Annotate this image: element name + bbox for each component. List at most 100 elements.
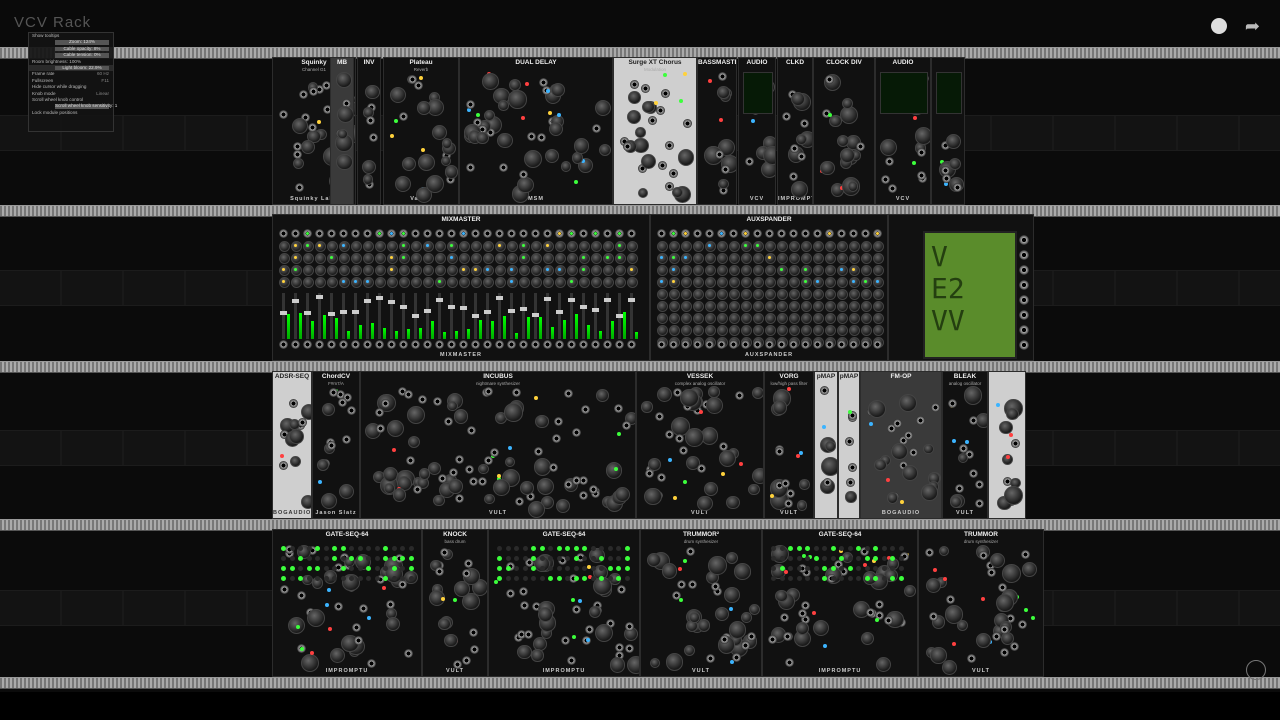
knob[interactable] bbox=[765, 325, 776, 336]
jack[interactable] bbox=[777, 229, 786, 238]
jack[interactable] bbox=[279, 460, 289, 470]
knob[interactable] bbox=[799, 479, 810, 490]
step-led[interactable] bbox=[497, 556, 502, 561]
jack[interactable] bbox=[992, 631, 1002, 641]
step-led[interactable] bbox=[383, 546, 388, 551]
knob[interactable] bbox=[813, 325, 824, 336]
knob[interactable] bbox=[417, 153, 435, 171]
knob[interactable] bbox=[401, 156, 417, 172]
step-led[interactable] bbox=[582, 576, 587, 581]
jack[interactable] bbox=[315, 340, 324, 349]
knob[interactable] bbox=[837, 277, 848, 288]
knob[interactable] bbox=[594, 624, 614, 643]
knob[interactable] bbox=[337, 128, 348, 140]
knob[interactable] bbox=[591, 253, 602, 264]
knob[interactable] bbox=[657, 301, 668, 312]
step-led[interactable] bbox=[822, 556, 827, 561]
jack[interactable] bbox=[774, 446, 784, 456]
knob[interactable] bbox=[531, 265, 542, 276]
jack[interactable] bbox=[567, 656, 577, 666]
knob[interactable] bbox=[669, 301, 680, 312]
knob[interactable] bbox=[351, 265, 362, 276]
step-led[interactable] bbox=[616, 566, 621, 571]
jack[interactable] bbox=[729, 340, 738, 349]
knob[interactable] bbox=[543, 277, 554, 288]
step-led[interactable] bbox=[340, 576, 346, 581]
jack[interactable] bbox=[512, 388, 522, 398]
knob[interactable] bbox=[615, 486, 631, 502]
jack[interactable] bbox=[518, 169, 528, 179]
knob[interactable] bbox=[484, 493, 495, 504]
step-led[interactable] bbox=[805, 556, 810, 561]
knob[interactable] bbox=[705, 397, 723, 414]
jack[interactable] bbox=[783, 499, 793, 509]
knob[interactable] bbox=[898, 393, 918, 412]
step-led[interactable] bbox=[796, 546, 802, 551]
fader-handle[interactable] bbox=[508, 309, 515, 313]
jack[interactable] bbox=[686, 547, 696, 557]
knob[interactable] bbox=[603, 265, 614, 276]
jack[interactable] bbox=[849, 340, 858, 349]
step-led[interactable] bbox=[497, 546, 502, 551]
step-led[interactable] bbox=[822, 576, 827, 581]
step-led[interactable] bbox=[839, 566, 844, 571]
knob[interactable] bbox=[375, 277, 386, 288]
knob[interactable] bbox=[829, 115, 842, 128]
jack[interactable] bbox=[411, 340, 420, 349]
knob[interactable] bbox=[705, 289, 716, 300]
jack[interactable] bbox=[434, 566, 444, 576]
knob[interactable] bbox=[681, 313, 692, 324]
knob[interactable] bbox=[777, 277, 788, 288]
module-clockdiv[interactable]: CLOCK DIV bbox=[813, 57, 875, 205]
knob[interactable] bbox=[678, 149, 695, 166]
knob[interactable] bbox=[975, 633, 991, 649]
jack[interactable] bbox=[753, 340, 762, 349]
fader-handle[interactable] bbox=[364, 299, 371, 303]
jack[interactable] bbox=[280, 585, 290, 595]
step-led[interactable] bbox=[556, 576, 562, 581]
step-led[interactable] bbox=[565, 546, 570, 551]
knob[interactable] bbox=[734, 563, 751, 580]
jack[interactable] bbox=[435, 229, 444, 238]
knob[interactable] bbox=[519, 265, 530, 276]
knob[interactable] bbox=[777, 253, 788, 264]
knob[interactable] bbox=[603, 277, 614, 288]
module-chordcv[interactable]: ChordCV F#m7/A Jason Slatz bbox=[312, 371, 360, 519]
knob[interactable] bbox=[697, 619, 711, 633]
knob[interactable] bbox=[579, 241, 590, 252]
jack[interactable] bbox=[519, 229, 528, 238]
step-led[interactable] bbox=[281, 556, 286, 561]
knob[interactable] bbox=[729, 313, 740, 324]
knob[interactable] bbox=[849, 241, 860, 252]
jack[interactable] bbox=[887, 183, 897, 193]
knob[interactable] bbox=[437, 617, 451, 631]
jack[interactable] bbox=[975, 498, 985, 508]
jack[interactable] bbox=[613, 403, 623, 413]
jack[interactable] bbox=[365, 115, 375, 125]
knob[interactable] bbox=[772, 400, 788, 415]
jack[interactable] bbox=[469, 644, 479, 654]
knob[interactable] bbox=[657, 313, 668, 324]
knob[interactable] bbox=[725, 495, 740, 510]
knob[interactable] bbox=[560, 160, 572, 172]
step-led[interactable] bbox=[548, 556, 553, 561]
jack[interactable] bbox=[299, 89, 309, 99]
jack[interactable] bbox=[813, 340, 822, 349]
knob[interactable] bbox=[693, 277, 704, 288]
jack[interactable] bbox=[572, 605, 582, 615]
jack[interactable] bbox=[1019, 310, 1029, 320]
jack[interactable] bbox=[847, 462, 857, 472]
knob[interactable] bbox=[765, 301, 776, 312]
knob[interactable] bbox=[336, 106, 353, 124]
jack[interactable] bbox=[917, 170, 927, 180]
step-led[interactable] bbox=[408, 576, 414, 581]
step-led[interactable] bbox=[881, 546, 887, 551]
knob[interactable] bbox=[1002, 564, 1022, 584]
knob[interactable] bbox=[459, 277, 470, 288]
knob[interactable] bbox=[327, 241, 338, 252]
knob[interactable] bbox=[861, 325, 872, 336]
knob[interactable] bbox=[681, 277, 692, 288]
jack[interactable] bbox=[641, 84, 651, 94]
step-led[interactable] bbox=[332, 576, 337, 581]
jack[interactable] bbox=[466, 163, 476, 173]
